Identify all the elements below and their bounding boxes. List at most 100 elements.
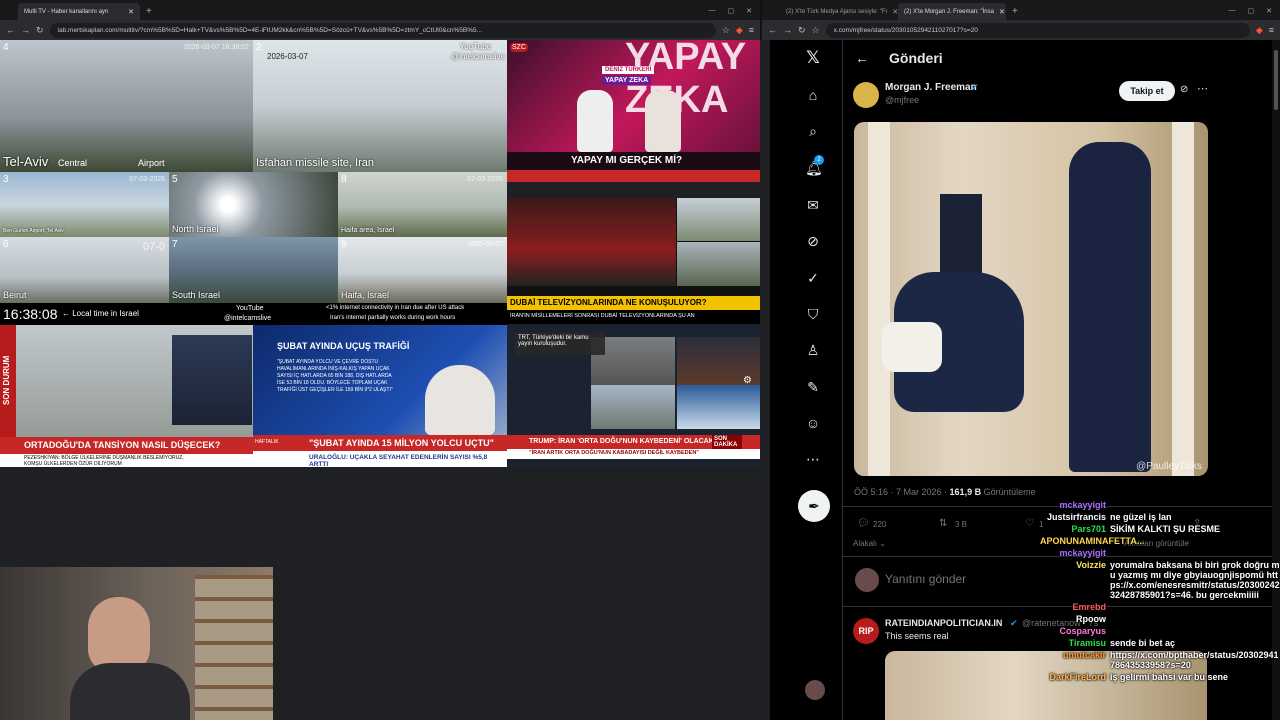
diaper (882, 322, 942, 372)
cam-isfahan[interactable]: 2 2026-03-07 YouTube @intelcamslive Isfa… (253, 40, 507, 172)
chat-text: yorumalra baksana bi biri grok doğru mu … (1110, 560, 1280, 600)
grok-icon[interactable]: ⊘ (1180, 84, 1188, 95)
column (1172, 122, 1194, 476)
jobs-icon[interactable]: ♙ (805, 342, 821, 358)
bookmarks-icon[interactable]: ⛉ (805, 306, 821, 322)
bell-icon[interactable]: 🔔︎ 2 (805, 155, 824, 176)
cam-beirut[interactable]: 6 07-0 Beirut (0, 237, 169, 303)
close-window-icon[interactable]: ✕ (746, 7, 752, 15)
x-logo-icon[interactable]: 𝕏 (805, 49, 821, 66)
shield-icon[interactable]: ◆ (736, 25, 743, 36)
cam-label: Haifa, Israel (341, 290, 390, 300)
story-title: ŞUBAT AYINDA UÇUŞ TRAFİĞİ (277, 341, 410, 351)
chat-message: Justsirfrancis ne güzel iş lan (1040, 512, 1280, 522)
new-tab-icon[interactable]: + (1012, 6, 1018, 17)
news-trt[interactable]: TRT, Türkiye'deki bir kamu yayın kuruluş… (507, 325, 760, 467)
maximize-icon[interactable]: ▢ (728, 7, 735, 15)
edit-icon[interactable]: ✎ (805, 379, 821, 395)
news-halk-tv[interactable]: SON DURUM ORTADOĞU'DA TANSİYON NASIL DÜŞ… (0, 325, 253, 467)
cam-haifa-area[interactable]: 8 07-03-2026 Haifa area, Israel (338, 172, 507, 237)
relevance-dropdown[interactable]: Alakalı ⌄ (853, 539, 886, 548)
chat-message: mckayyigit (1040, 548, 1280, 558)
live-feed (591, 385, 675, 429)
reply-author-name[interactable]: RATEINDIANPOLITICIAN.IN (885, 618, 1002, 628)
more-icon[interactable]: ⋯ (1197, 82, 1208, 95)
streamer-webcam (0, 567, 273, 720)
cam-south-israel[interactable]: 7 South Israel (169, 237, 338, 303)
cam-label: Haifa area, Israel (341, 227, 395, 234)
forward-icon[interactable]: → (21, 25, 30, 35)
cam-haifa[interactable]: 9 2026-03-07 Haifa, Israel (338, 237, 507, 303)
close-icon[interactable]: ✕ (128, 8, 134, 16)
verified-icon[interactable]: ✓ (805, 270, 821, 286)
side-banner-text: SON DURUM (2, 355, 11, 405)
repost-icon[interactable]: ⇅ (939, 518, 947, 529)
account-avatar[interactable] (805, 680, 825, 700)
chat-message: mckayyigit (1040, 500, 1280, 510)
forward-icon[interactable]: → (783, 25, 792, 35)
author-name[interactable]: Morgan J. Freeman (885, 82, 977, 93)
chat-text: iş gelirmi bahsi var bu sene (1110, 672, 1229, 682)
grok-icon[interactable]: ⊘ (805, 233, 821, 249)
reload-icon[interactable]: ↻ (798, 25, 806, 36)
window-controls: — ▢ ✕ (1229, 7, 1280, 20)
gear-icon[interactable]: ⚙ (743, 375, 752, 386)
window-controls: — ▢ ✕ (709, 7, 761, 20)
chat-username: Cosparyus (1059, 626, 1106, 636)
cam-north-israel[interactable]: 5 North Israel (169, 172, 338, 237)
back-icon[interactable]: ← (768, 25, 777, 35)
address-bar[interactable]: x.com/mjfree/status/2030105294211027017?… (825, 22, 1250, 38)
lower-third: YAPAY MI GERÇEK Mİ? (507, 152, 760, 182)
bookmark-icon[interactable]: ☆ (812, 25, 820, 36)
profile-icon[interactable]: ☺ (805, 415, 821, 431)
cam-label: North Israel (172, 224, 219, 234)
mail-icon[interactable]: ✉ (805, 197, 821, 213)
ticker-text: PEZESHKİYAN: BÖLGE ÜLKELERİNE DÜŞMANLIK … (24, 455, 184, 467)
tab-morgan-freeman[interactable]: (2) X'te Morgan J. Freeman: "İnsa ✕ (898, 3, 1006, 20)
search-icon[interactable]: ⌕ (805, 123, 821, 139)
new-tab-icon[interactable]: + (146, 6, 152, 17)
reply-author-avatar[interactable]: RIP (853, 618, 879, 644)
reload-icon[interactable]: ↻ (36, 25, 44, 36)
minimize-icon[interactable]: — (709, 7, 716, 15)
live-feed (677, 385, 760, 429)
cam-tel-aviv[interactable]: 4 2026-03-07 16:38:02 Tel-Aviv Central A… (0, 40, 253, 172)
home-icon[interactable]: ⌂ (805, 87, 821, 103)
youtube-label: YouTube (459, 42, 491, 51)
post-image[interactable]: @PaulleyTicks (854, 122, 1208, 476)
post-button[interactable]: ✒ (798, 490, 830, 522)
scrollbar-thumb[interactable] (1274, 50, 1278, 110)
news-szc-tv[interactable]: SZC YAPAY ZEKA DENİZ TÜRKERİ YAPAY ZEKA … (507, 40, 760, 182)
close-icon[interactable]: ✕ (999, 8, 1005, 16)
bookmark-icon[interactable]: ☆ (722, 25, 730, 36)
close-window-icon[interactable]: ✕ (1266, 7, 1272, 15)
reply-input[interactable]: Yanıtını gönder (885, 572, 966, 586)
like-icon[interactable]: ♡ (1025, 518, 1034, 529)
author-avatar[interactable] (853, 82, 879, 108)
chat-text: SİKİM KALKTI ŞU RESME (1110, 524, 1221, 534)
shield-icon[interactable]: ◆ (1256, 25, 1263, 36)
reply-icon[interactable]: 💬︎ (857, 518, 870, 529)
minimize-icon[interactable]: — (1229, 7, 1236, 15)
menu-icon[interactable]: ≡ (749, 25, 754, 35)
back-arrow-icon[interactable]: ← (855, 50, 869, 66)
address-bar[interactable]: lab.mertskaplan.com/multitv/?cm%5B%5D=Ha… (49, 22, 716, 38)
follow-button[interactable]: Takip et (1119, 81, 1175, 101)
back-icon[interactable]: ← (6, 25, 15, 35)
news-cnn-turk[interactable]: DUBAİ TELEVİZYONLARINDA NE KONUŞULUYOR? … (507, 198, 760, 324)
more-icon[interactable]: ⋯ (805, 451, 821, 467)
tab-multitv[interactable]: Multi TV - Haber kanallarını ayn ✕ (18, 3, 140, 20)
sub-headline-bar: İRAN'IN MİSİLLEMELERİ SONRASI DUBAİ TELE… (507, 310, 760, 324)
page-title: Gönderi (889, 50, 943, 66)
guest-figure (645, 90, 681, 152)
tab-turk-medya[interactable]: (2) X'te Türk Medya Ajansı sesiyle: "Fı … (780, 3, 898, 20)
cam-ben-gurion[interactable]: 3 07-03-2026 Ben Gurion Airport, Tel Avi… (0, 172, 169, 237)
cam-number: 5 (172, 174, 178, 185)
author-handle[interactable]: @mjfree (885, 95, 919, 105)
live-feed (677, 198, 760, 241)
menu-icon[interactable]: ≡ (1269, 25, 1274, 35)
news-haberturk[interactable]: ŞUBAT AYINDA UÇUŞ TRAFİĞİ "ŞUBAT AYINDA … (253, 325, 507, 467)
studio-feed (507, 198, 676, 286)
chat-message: Voizzie yorumalra baksana bi biri grok do… (1040, 560, 1280, 600)
maximize-icon[interactable]: ▢ (1248, 7, 1255, 15)
